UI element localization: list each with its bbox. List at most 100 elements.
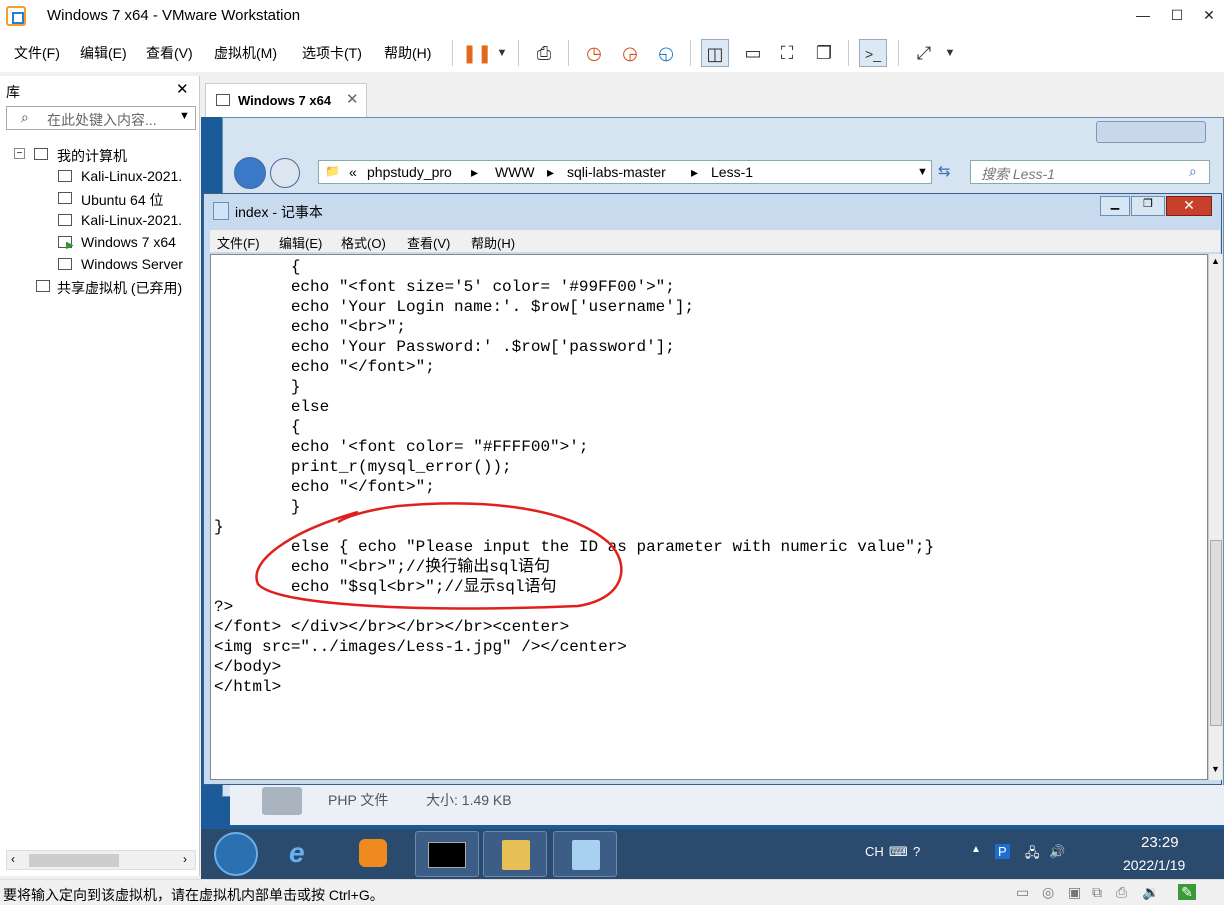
snapshot-icon[interactable]: ◷	[580, 39, 608, 67]
message-log-icon[interactable]: ✎	[1178, 884, 1196, 900]
breadcrumb-item[interactable]: Less-1	[711, 164, 753, 180]
tree-item-label: 我的计算机	[57, 148, 127, 164]
menu-file[interactable]: 文件(F)	[14, 43, 60, 63]
chevron-right-icon: ▸	[471, 164, 479, 180]
address-bar[interactable]: 📁 « phpstudy_pro ▸ WWW ▸ sqli-labs-maste…	[318, 160, 932, 184]
computer-icon	[34, 148, 48, 160]
send-keys-icon[interactable]: ⎙	[530, 39, 558, 67]
fullscreen-icon[interactable]: ⛶	[773, 39, 801, 67]
notepad-taskbar-icon[interactable]	[553, 831, 617, 877]
close-library-icon[interactable]: ✕	[176, 80, 189, 98]
media-player-icon[interactable]	[341, 831, 405, 877]
tab-windows7[interactable]: Windows 7 x64 ✕	[205, 83, 367, 117]
close-tab-icon[interactable]: ✕	[346, 90, 359, 108]
chevron-right-icon: ▸	[547, 164, 555, 180]
search-icon[interactable]: ⌕	[1189, 163, 1197, 180]
back-button[interactable]	[234, 157, 266, 189]
show-library-icon[interactable]: ◫	[701, 39, 729, 67]
breadcrumb-overflow[interactable]: «	[349, 164, 357, 180]
library-search-input[interactable]: ⌕ 在此处键入内容... ▼	[6, 106, 196, 130]
explorer-taskbar-icon[interactable]	[483, 831, 547, 877]
tree-item-my-computer[interactable]: − 我的计算机	[0, 144, 196, 166]
tree-item-label: Kali-Linux-2021.	[81, 168, 183, 184]
network-adapter-icon[interactable]: ⧉	[1092, 884, 1110, 900]
collapse-icon[interactable]: −	[14, 148, 25, 159]
menu-view[interactable]: 查看(V)	[146, 43, 193, 63]
snapshot-manager-icon[interactable]: ◵	[652, 39, 680, 67]
refresh-icon[interactable]: ⇆	[938, 162, 951, 180]
chevron-down-icon[interactable]: ▼	[179, 110, 190, 122]
scroll-down-icon[interactable]: ▼	[1211, 764, 1220, 774]
maximize-button[interactable]: ☐	[1162, 4, 1192, 26]
stretch-guest-icon[interactable]: ⤢	[910, 39, 938, 67]
explorer-search-input[interactable]: 搜索 Less-1 ⌕	[970, 160, 1210, 184]
scrollbar-thumb[interactable]	[29, 854, 119, 867]
search-icon: ⌕	[21, 109, 29, 125]
scroll-up-icon[interactable]: ▲	[1211, 256, 1220, 266]
start-button[interactable]	[214, 832, 258, 876]
menu-vm[interactable]: 虚拟机(M)	[214, 43, 277, 63]
clock-date[interactable]: 2022/1/19	[1123, 857, 1185, 873]
tree-item-vm[interactable]: Kali-Linux-2021.	[0, 210, 196, 232]
cd-icon[interactable]: ◎	[1042, 884, 1060, 900]
scroll-left-icon[interactable]: ‹	[11, 852, 15, 866]
toolbar-separator	[848, 40, 849, 66]
chevron-down-icon[interactable]: ▼	[917, 166, 928, 178]
tree-item-vm-running[interactable]: ▶ Windows 7 x64	[0, 232, 196, 254]
tree-item-vm[interactable]: Kali-Linux-2021.	[0, 166, 196, 188]
volume-icon[interactable]: 🔊	[1049, 844, 1065, 860]
minimize-button[interactable]: —	[1128, 4, 1158, 26]
breadcrumb-item[interactable]: WWW	[495, 164, 535, 180]
show-hidden-icons[interactable]: ▲	[971, 844, 981, 855]
code-line: echo "</font>";	[214, 478, 435, 496]
tree-item-label: Windows Server	[81, 256, 183, 272]
notepad-menu-edit[interactable]: 编辑(E)	[279, 233, 322, 252]
notepad-menu-view[interactable]: 查看(V)	[407, 233, 450, 252]
help-icon[interactable]: ?	[913, 844, 920, 859]
tree-item-vm[interactable]: Windows Server	[0, 254, 196, 276]
language-indicator[interactable]: CH	[865, 844, 884, 859]
breadcrumb-item[interactable]: phpstudy_pro	[367, 164, 452, 180]
menu-edit[interactable]: 编辑(E)	[80, 43, 127, 63]
keyboard-icon[interactable]: ⌨	[889, 844, 908, 860]
close-button[interactable]: ✕	[1194, 4, 1224, 26]
printer-icon[interactable]: ⎙	[1116, 884, 1134, 900]
chevron-down-icon[interactable]: ▼	[936, 39, 964, 67]
code-line: </font> </div></br></br></br><center>	[214, 618, 570, 636]
breadcrumb-item[interactable]: sqli-labs-master	[567, 164, 666, 180]
menu-tabs[interactable]: 选项卡(T)	[302, 43, 362, 63]
tree-item-label: Windows 7 x64	[81, 234, 176, 250]
menu-help[interactable]: 帮助(H)	[384, 43, 431, 63]
notepad-menu-format[interactable]: 格式(O)	[341, 233, 386, 252]
scroll-right-icon[interactable]: ›	[183, 852, 187, 866]
p-app-icon[interactable]: P	[995, 844, 1010, 859]
tree-item-vm[interactable]: Ubuntu 64 位	[0, 188, 196, 210]
library-title: 库	[6, 84, 20, 100]
forward-button[interactable]	[270, 158, 300, 188]
unity-icon[interactable]: ❐	[810, 39, 838, 67]
notepad-close-button[interactable]: ✕	[1166, 196, 1212, 216]
php-file-icon	[262, 787, 302, 815]
thumbnail-bar-icon[interactable]: ▭	[739, 39, 767, 67]
sound-icon[interactable]: 🔉	[1142, 884, 1160, 900]
vertical-scrollbar[interactable]: ▲ ▼	[1208, 254, 1222, 780]
hard-disk-icon[interactable]: ▭	[1016, 884, 1034, 900]
floppy-icon[interactable]: ▣	[1068, 884, 1086, 900]
notepad-maximize-button[interactable]: ❐	[1131, 196, 1165, 216]
revert-snapshot-icon[interactable]: ◶	[616, 39, 644, 67]
cmd-icon[interactable]	[415, 831, 479, 877]
scrollbar-thumb[interactable]	[1210, 540, 1222, 726]
annotation-circle	[255, 502, 623, 610]
pause-icon[interactable]: ❚❚	[462, 39, 492, 67]
network-icon[interactable]: 🖧	[1025, 844, 1040, 866]
clock-time[interactable]: 23:29	[1141, 834, 1179, 851]
tree-item-label: Kali-Linux-2021.	[81, 212, 183, 228]
notepad-menu-file[interactable]: 文件(F)	[217, 233, 260, 252]
notepad-minimize-button[interactable]: ▁	[1100, 196, 1130, 216]
chevron-down-icon[interactable]: ▼	[488, 39, 516, 67]
horizontal-scrollbar[interactable]: ‹ ›	[6, 850, 196, 870]
console-view-icon[interactable]: >_	[859, 39, 887, 67]
ie-icon[interactable]: e	[275, 831, 339, 877]
tree-item-shared-vms[interactable]: 共享虚拟机 (已弃用)	[0, 276, 196, 298]
notepad-menu-help[interactable]: 帮助(H)	[471, 233, 515, 252]
